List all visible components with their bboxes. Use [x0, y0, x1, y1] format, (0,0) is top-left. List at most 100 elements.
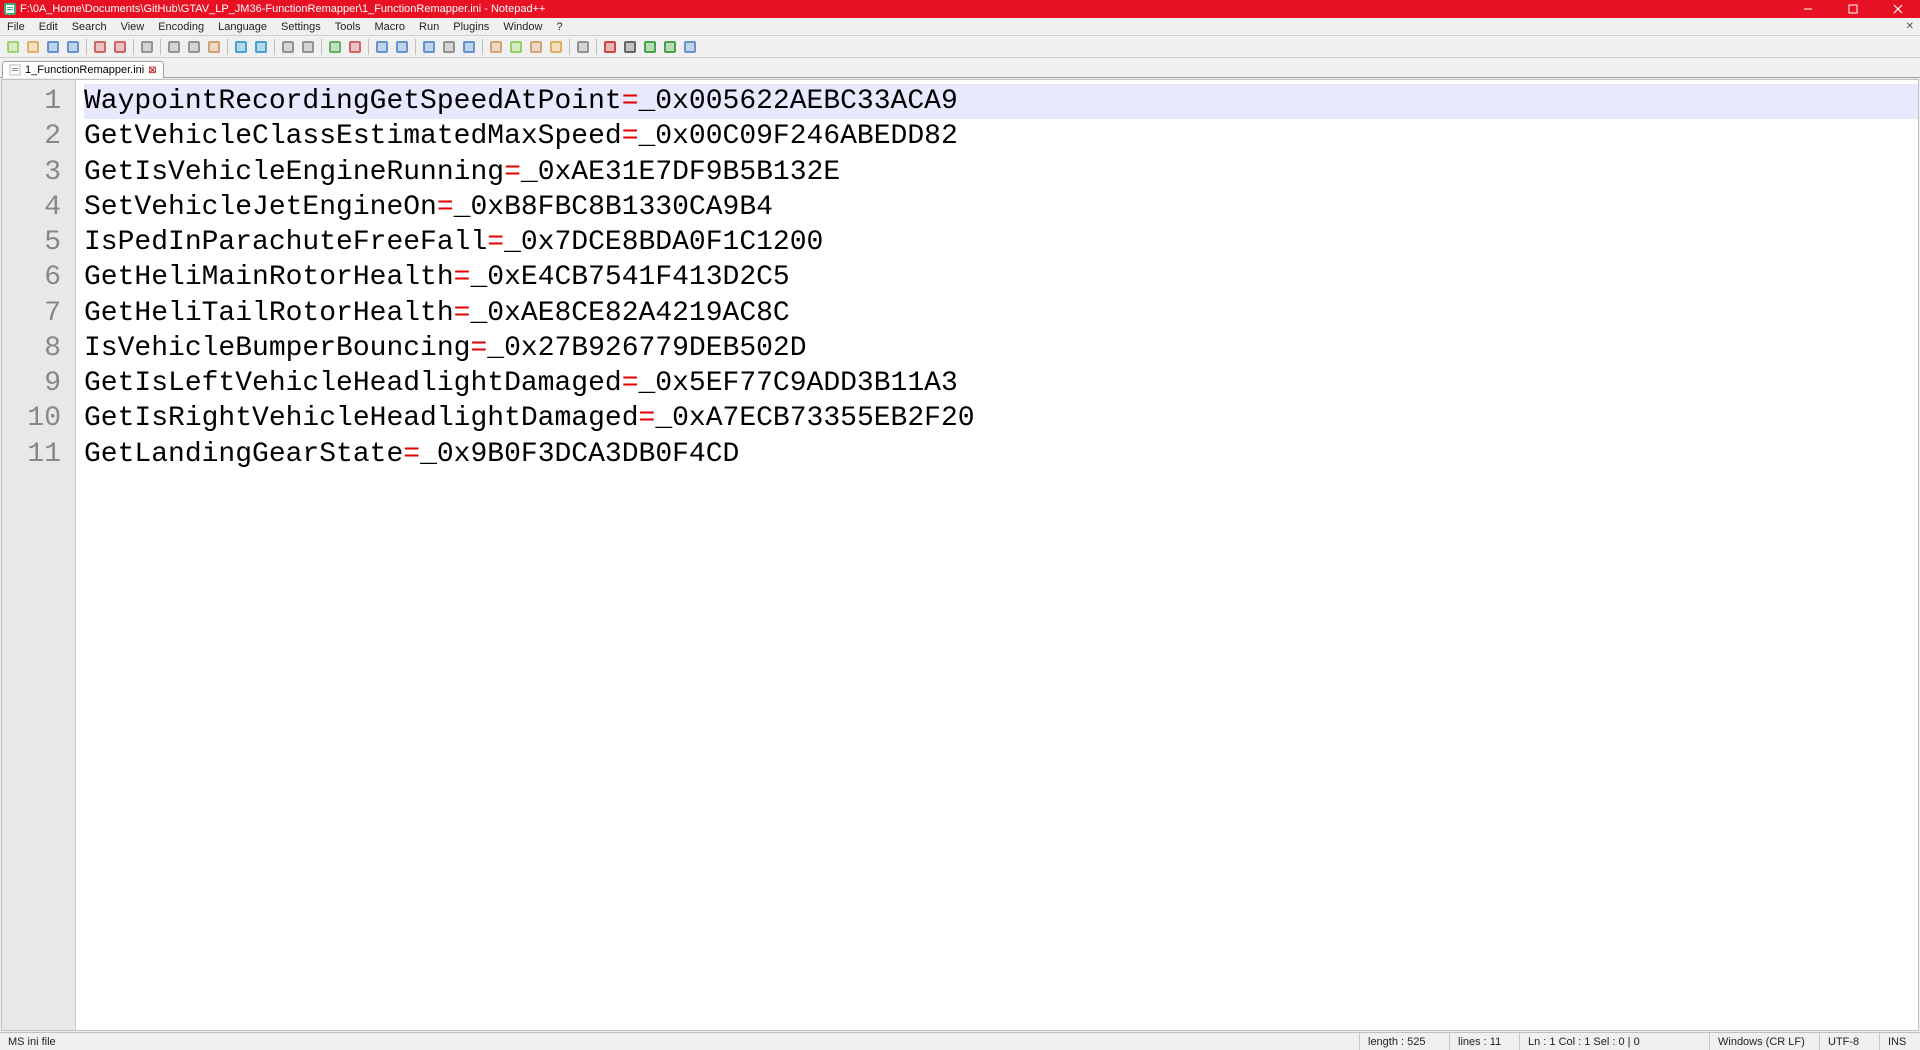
menu-view[interactable]: View: [114, 19, 152, 35]
editor-area[interactable]: 1234567891011 WaypointRecordingGetSpeedA…: [1, 79, 1919, 1031]
line-number: 5: [8, 225, 61, 260]
ini-key: GetVehicleClassEstimatedMaxSpeed: [84, 121, 622, 152]
sync-h-icon[interactable]: [393, 38, 411, 56]
line-number: 7: [8, 296, 61, 331]
menu-search[interactable]: Search: [65, 19, 114, 35]
wrap-icon[interactable]: [420, 38, 438, 56]
line-number-gutter: 1234567891011: [2, 80, 76, 1030]
app-icon: [4, 3, 16, 15]
line-number: 3: [8, 155, 61, 190]
ini-value: _0xE4CB7541F413D2C5: [470, 262, 789, 293]
undo-icon[interactable]: [232, 38, 250, 56]
ini-value: _0x005622AEBC33ACA9: [639, 86, 958, 117]
doc-map-icon[interactable]: [507, 38, 525, 56]
redo-icon[interactable]: [252, 38, 270, 56]
ini-value: _0x9B0F3DCA3DB0F4CD: [420, 439, 739, 470]
toolbar-separator: [482, 39, 483, 55]
folder-icon[interactable]: [547, 38, 565, 56]
indent-guide-icon[interactable]: [460, 38, 478, 56]
minimize-button[interactable]: [1785, 0, 1830, 18]
replace-icon[interactable]: [299, 38, 317, 56]
code-line[interactable]: SetVehicleJetEngineOn=_0xB8FBC8B1330CA9B…: [84, 190, 1918, 225]
paste-icon[interactable]: [205, 38, 223, 56]
menu-window[interactable]: Window: [496, 19, 549, 35]
menu-language[interactable]: Language: [211, 19, 274, 35]
code-line[interactable]: WaypointRecordingGetSpeedAtPoint=_0x0056…: [84, 84, 1918, 119]
save-all-icon[interactable]: [64, 38, 82, 56]
menu-plugins[interactable]: Plugins: [446, 19, 496, 35]
tabbar: 1_FunctionRemapper.ini⊠: [0, 58, 1920, 78]
tab-close-icon[interactable]: ⊠: [148, 65, 156, 76]
code-line[interactable]: IsPedInParachuteFreeFall=_0x7DCE8BDA0F1C…: [84, 225, 1918, 260]
lang-icon[interactable]: [487, 38, 505, 56]
close-window-button[interactable]: [1875, 0, 1920, 18]
ini-key: IsVehicleBumperBouncing: [84, 333, 470, 364]
func-list-icon[interactable]: [527, 38, 545, 56]
save-icon[interactable]: [44, 38, 62, 56]
menu-run[interactable]: Run: [412, 19, 446, 35]
ini-equals: =: [454, 262, 471, 293]
close-icon[interactable]: [91, 38, 109, 56]
code-line[interactable]: GetIsRightVehicleHeadlightDamaged=_0xA7E…: [84, 401, 1918, 436]
record-icon[interactable]: [601, 38, 619, 56]
toolbar-separator: [133, 39, 134, 55]
window-title: F:\0A_Home\Documents\GitHub\GTAV_LP_JM36…: [20, 3, 1785, 15]
menu-edit[interactable]: Edit: [32, 19, 65, 35]
ini-value: _0xAE8CE82A4219AC8C: [470, 298, 789, 329]
code-line[interactable]: GetLandingGearState=_0x9B0F3DCA3DB0F4CD: [84, 437, 1918, 472]
menubar-close-icon[interactable]: ✕: [1906, 21, 1914, 32]
status-eol[interactable]: Windows (CR LF): [1710, 1033, 1820, 1050]
file-tab[interactable]: 1_FunctionRemapper.ini⊠: [2, 61, 164, 78]
menu-file[interactable]: File: [0, 19, 32, 35]
ini-key: IsPedInParachuteFreeFall: [84, 227, 487, 258]
window-controls: [1785, 0, 1920, 18]
copy-icon[interactable]: [185, 38, 203, 56]
find-icon[interactable]: [279, 38, 297, 56]
ini-key: GetIsVehicleEngineRunning: [84, 157, 504, 188]
ini-value: _0xAE31E7DF9B5B132E: [521, 157, 840, 188]
menu-tools[interactable]: Tools: [328, 19, 368, 35]
all-chars-icon[interactable]: [440, 38, 458, 56]
code-line[interactable]: IsVehicleBumperBouncing=_0x27B926779DEB5…: [84, 331, 1918, 366]
ini-key: SetVehicleJetEngineOn: [84, 192, 437, 223]
menu-settings[interactable]: Settings: [274, 19, 328, 35]
toolbar-separator: [227, 39, 228, 55]
play-multi-icon[interactable]: [661, 38, 679, 56]
code-line[interactable]: GetHeliMainRotorHealth=_0xE4CB7541F413D2…: [84, 260, 1918, 295]
ini-equals: =: [437, 192, 454, 223]
stop-icon[interactable]: [621, 38, 639, 56]
menu-[interactable]: ?: [549, 19, 569, 35]
monitor-icon[interactable]: [574, 38, 592, 56]
save-macro-icon[interactable]: [681, 38, 699, 56]
ini-equals: =: [622, 86, 639, 117]
toolbar-separator: [321, 39, 322, 55]
toolbar-separator: [415, 39, 416, 55]
code-line[interactable]: GetVehicleClassEstimatedMaxSpeed=_0x00C0…: [84, 119, 1918, 154]
zoom-out-icon[interactable]: [346, 38, 364, 56]
maximize-button[interactable]: [1830, 0, 1875, 18]
close-all-icon[interactable]: [111, 38, 129, 56]
code-line[interactable]: GetIsLeftVehicleHeadlightDamaged=_0x5EF7…: [84, 366, 1918, 401]
line-number: 11: [8, 437, 61, 472]
sync-v-icon[interactable]: [373, 38, 391, 56]
status-filetype: MS ini file: [0, 1033, 1360, 1050]
new-file-icon[interactable]: [4, 38, 22, 56]
ini-value: _0x27B926779DEB502D: [487, 333, 806, 364]
print-icon[interactable]: [138, 38, 156, 56]
status-insert-mode[interactable]: INS: [1880, 1033, 1920, 1050]
status-encoding[interactable]: UTF-8: [1820, 1033, 1880, 1050]
code-line[interactable]: GetHeliTailRotorHealth=_0xAE8CE82A4219AC…: [84, 296, 1918, 331]
code-line[interactable]: GetIsVehicleEngineRunning=_0xAE31E7DF9B5…: [84, 155, 1918, 190]
ini-equals: =: [403, 439, 420, 470]
ini-key: GetLandingGearState: [84, 439, 403, 470]
zoom-in-icon[interactable]: [326, 38, 344, 56]
open-file-icon[interactable]: [24, 38, 42, 56]
menu-macro[interactable]: Macro: [367, 19, 412, 35]
menu-encoding[interactable]: Encoding: [151, 19, 211, 35]
toolbar: [0, 36, 1920, 58]
ini-equals: =: [470, 333, 487, 364]
play-icon[interactable]: [641, 38, 659, 56]
ini-key: GetHeliTailRotorHealth: [84, 298, 454, 329]
code-content[interactable]: WaypointRecordingGetSpeedAtPoint=_0x0056…: [76, 80, 1918, 1030]
cut-icon[interactable]: [165, 38, 183, 56]
